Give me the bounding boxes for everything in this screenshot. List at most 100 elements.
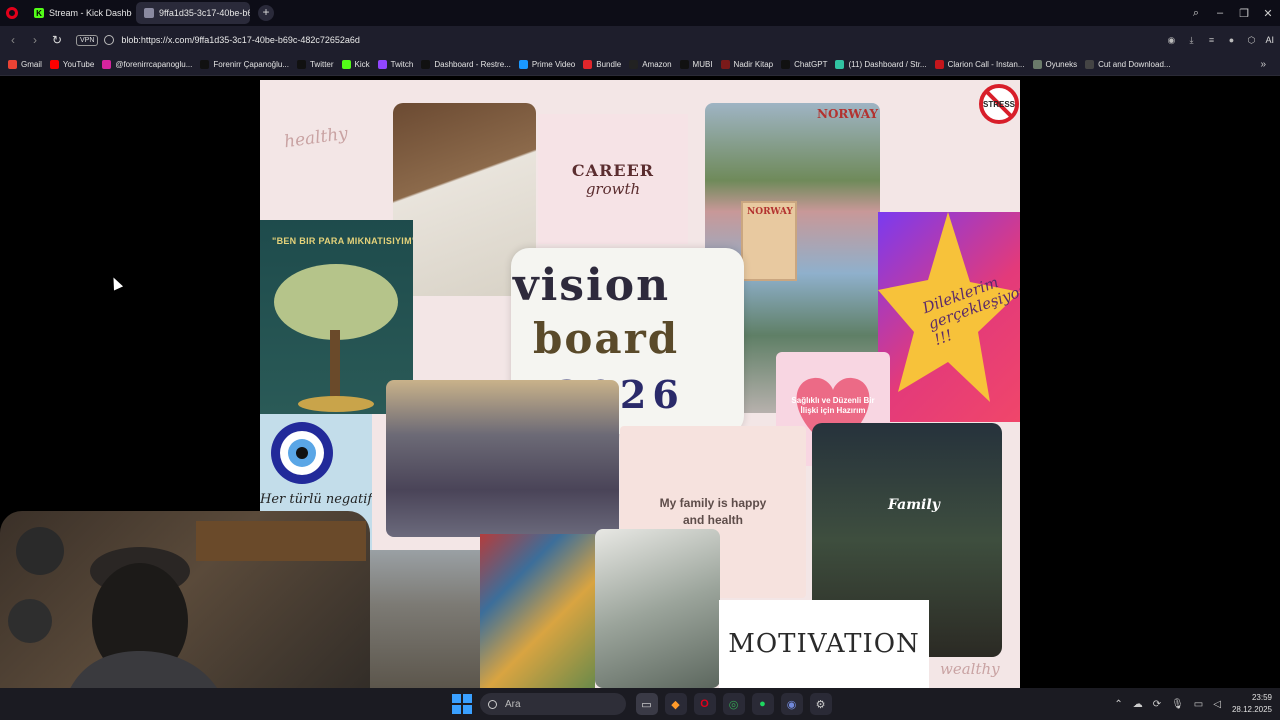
opera-taskbar-icon[interactable]: O <box>693 693 716 715</box>
motivation-text: MOTIVATION <box>728 629 920 659</box>
motivation-card: MOTIVATION <box>719 600 929 688</box>
cut-download-icon <box>1085 60 1095 69</box>
address-bar: ‹ › ↻ VPN blob:https://x.com/9ffa1d35-3c… <box>0 26 1280 54</box>
discord-icon[interactable]: ◉ <box>780 693 803 715</box>
youtube-icon <box>49 60 59 69</box>
family-line-2: and health <box>682 513 743 527</box>
bookmark-item[interactable]: (11) Dashboard / Str... <box>835 60 927 69</box>
wealthy-script: wealthy <box>940 660 1000 678</box>
twitch-icon <box>377 60 387 69</box>
bookmark-item[interactable]: Forenirr Çapanoğlu... <box>200 60 289 69</box>
search-tabs-icon[interactable]: ⌕ <box>1184 0 1208 26</box>
forward-button[interactable]: › <box>24 29 46 51</box>
career-growth-card: CAREER growth <box>538 114 688 244</box>
start-button[interactable] <box>452 694 472 714</box>
onedrive-icon[interactable]: ☁ <box>1133 699 1143 710</box>
bookmark-item[interactable]: Clarion Call - Instan... <box>934 60 1025 69</box>
volume-icon[interactable]: ◁ <box>1213 699 1221 710</box>
taskbar-search[interactable]: Ara <box>480 693 626 715</box>
x-icon <box>296 60 306 69</box>
tab-bar: K Stream - Kick Dashboard 9ffa1d35-3c17-… <box>0 0 1280 26</box>
fans-crowd-photo <box>386 380 619 537</box>
chatgpt-icon <box>781 60 791 69</box>
bundle-icon <box>583 60 593 69</box>
career-title: CAREER <box>571 160 655 180</box>
bookmarks-overflow-icon[interactable]: » <box>1260 59 1266 70</box>
bookmark-label: Oyuneks <box>1045 60 1078 69</box>
new-tab-button[interactable]: + <box>258 5 274 21</box>
ai-button[interactable]: AI <box>1265 35 1274 45</box>
bookmark-item[interactable]: Oyuneks <box>1032 60 1078 69</box>
bookmark-item[interactable]: Prime Video <box>518 60 576 69</box>
bookmarks-bar: Gmail YouTube @forenirrcapanoglu... Forenir… <box>0 54 1280 76</box>
norway-poster-label: NORWAY <box>747 207 793 217</box>
clock-time: 23:59 <box>1251 693 1272 702</box>
bookmark-label: Twitch <box>390 60 414 69</box>
close-button[interactable]: ✕ <box>1256 0 1280 26</box>
tab-blob[interactable]: 9ffa1d35-3c17-40be-b69c <box>136 2 250 24</box>
clock-date: 28.12.2025 <box>1231 705 1272 714</box>
tray-expand-icon[interactable]: ⌃ <box>1114 699 1122 710</box>
copilot-icon[interactable]: ◆ <box>664 693 687 715</box>
clarion-icon <box>934 60 944 69</box>
easy-setup-icon[interactable]: ≡ <box>1201 30 1221 50</box>
system-clock[interactable]: 23:59 28.12.2025 <box>1232 692 1272 716</box>
tab-title: Stream - Kick Dashboard <box>49 8 132 18</box>
bookmark-item[interactable]: MUBI <box>679 60 713 69</box>
bookmark-item[interactable]: @forenirrcapanoglu... <box>102 60 192 69</box>
kick-icon: K <box>34 8 44 18</box>
search-placeholder: Ara <box>505 698 521 710</box>
bookmark-item[interactable]: ChatGPT <box>781 60 827 69</box>
stress-text: STRESS <box>983 100 1016 109</box>
microphone-icon[interactable]: 🎙︎ <box>1171 699 1184 710</box>
notifications-icon[interactable]: ● <box>1221 30 1241 50</box>
reload-button[interactable]: ↻ <box>46 29 68 51</box>
vpn-badge[interactable]: VPN <box>76 34 99 46</box>
bookmark-item[interactable]: Twitter <box>296 60 334 69</box>
bookmark-label: Forenirr Çapanoğlu... <box>213 60 289 69</box>
camera-icon[interactable]: ◉ <box>1161 30 1181 50</box>
bookmark-item[interactable]: Twitch <box>377 60 414 69</box>
taskbar: Ara ▭ ◆ O ◎ ● ◉ ⚙ ⌃ ☁ ⟳ 🎙︎ ▭ ◁ 23:59 28.… <box>0 688 1280 720</box>
norway-label: NORWAY <box>817 107 879 121</box>
bookmark-item[interactable]: YouTube <box>49 60 95 69</box>
back-button[interactable]: ‹ <box>2 29 24 51</box>
display-icon[interactable]: ▭ <box>1194 699 1203 710</box>
sync-icon[interactable]: ⟳ <box>1153 699 1161 710</box>
prime-video-icon <box>518 60 528 69</box>
restream-icon <box>421 60 431 69</box>
nadir-kitap-icon <box>720 60 730 69</box>
maximize-button[interactable]: ❐ <box>1232 0 1256 26</box>
bookmark-item[interactable]: Dashboard - Restre... <box>421 60 511 69</box>
minimize-button[interactable]: – <box>1208 0 1232 26</box>
bookmark-label: YouTube <box>62 60 95 69</box>
bookmark-item[interactable]: Gmail <box>8 60 42 69</box>
bookmark-item[interactable]: Kick <box>341 60 370 69</box>
chrome-icon[interactable]: ◎ <box>722 693 745 715</box>
bookmark-item[interactable]: Cut and Download... <box>1085 60 1171 69</box>
extensions-icon[interactable]: ⬡ <box>1241 30 1261 50</box>
url-field[interactable]: blob:https://x.com/9ffa1d35-3c17-40be-b6… <box>121 35 360 45</box>
bookmark-item[interactable]: Amazon <box>629 60 672 69</box>
career-subtitle: growth <box>585 179 641 198</box>
mouse-cursor <box>108 275 124 291</box>
wishes-star-card: Dileklerim gerçekleşiyor !!! <box>878 212 1020 422</box>
spotify-icon[interactable]: ● <box>751 693 774 715</box>
download-icon[interactable]: ⤓ <box>1181 30 1201 50</box>
task-view-icon[interactable]: ▭ <box>635 693 658 715</box>
bookmark-label: Cut and Download... <box>1098 60 1171 69</box>
gmail-icon <box>8 60 17 69</box>
travel-magnets-photo <box>480 534 595 688</box>
settings-gear-icon[interactable]: ⚙ <box>809 693 832 715</box>
no-stress-sign: STRESS <box>979 84 1019 124</box>
bookmark-label: Nadir Kitap <box>733 60 774 69</box>
bookmark-label: Clarion Call - Instan... <box>947 60 1025 69</box>
truck-photo <box>369 550 481 688</box>
bookmark-label: Prime Video <box>531 60 576 69</box>
bookmark-item[interactable]: Nadir Kitap <box>720 60 774 69</box>
bookmark-item[interactable]: Bundle <box>583 60 621 69</box>
site-info-icon[interactable] <box>104 35 115 45</box>
tab-kick-dashboard[interactable]: K Stream - Kick Dashboard <box>26 2 132 24</box>
dollar-bills-photo <box>595 529 720 688</box>
opera-menu-icon[interactable] <box>6 7 18 19</box>
